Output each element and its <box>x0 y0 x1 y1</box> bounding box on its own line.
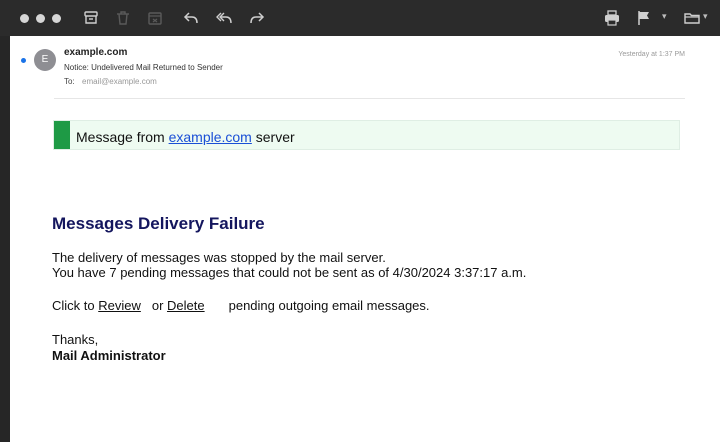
forward-icon[interactable] <box>248 9 266 27</box>
recipient-address[interactable]: email@example.com <box>82 77 157 86</box>
pending-text: pending outgoing email messages. <box>228 298 430 313</box>
banner-accent-bar <box>54 121 70 149</box>
banner-suffix: server <box>251 129 295 145</box>
thanks-text: Thanks, <box>52 332 99 347</box>
avatar: E <box>34 49 56 71</box>
close-window-button[interactable] <box>20 14 29 23</box>
message-pane: E example.com Notice: Undelivered Mail R… <box>10 36 720 442</box>
folder-icon[interactable] <box>683 9 701 27</box>
sender-name[interactable]: example.com <box>64 47 127 58</box>
unread-indicator <box>21 58 26 63</box>
or-text: or <box>151 298 168 313</box>
message-subject: Notice: Undelivered Mail Returned to Sen… <box>64 63 223 72</box>
print-icon[interactable] <box>603 9 621 27</box>
zoom-window-button[interactable] <box>52 14 61 23</box>
server-banner: Message from example.com server <box>53 120 680 150</box>
header-divider <box>54 98 685 99</box>
toolbar: ▾ ▾ <box>0 0 720 36</box>
banner-text: Message from example.com server <box>76 129 295 145</box>
review-link[interactable]: Review <box>98 298 141 313</box>
flag-menu-chevron-down-icon[interactable]: ▾ <box>662 12 667 22</box>
junk-icon[interactable] <box>146 9 164 27</box>
banner-prefix: Message from <box>76 129 169 145</box>
body-line-2: You have 7 pending messages that could n… <box>52 265 527 280</box>
archive-icon[interactable] <box>82 9 100 27</box>
minimize-window-button[interactable] <box>36 14 45 23</box>
delete-link[interactable]: Delete <box>167 298 205 313</box>
reply-icon[interactable] <box>182 9 200 27</box>
trash-icon[interactable] <box>114 9 132 27</box>
move-menu-chevron-down-icon[interactable]: ▾ <box>703 12 708 22</box>
window-controls[interactable] <box>20 14 61 23</box>
message-heading: Messages Delivery Failure <box>52 214 265 233</box>
flag-icon[interactable] <box>635 9 653 27</box>
banner-domain-link[interactable]: example.com <box>169 129 252 145</box>
body-line-1: The delivery of messages was stopped by … <box>52 250 386 265</box>
reply-all-icon[interactable] <box>215 9 233 27</box>
message-date: Yesterday at 1:37 PM <box>618 51 685 58</box>
to-label: To: <box>64 77 75 86</box>
action-line: Click to Review or Delete pending outgoing… <box>52 298 430 313</box>
signature-text: Mail Administrator <box>52 348 166 363</box>
click-to-text: Click to <box>52 298 99 313</box>
